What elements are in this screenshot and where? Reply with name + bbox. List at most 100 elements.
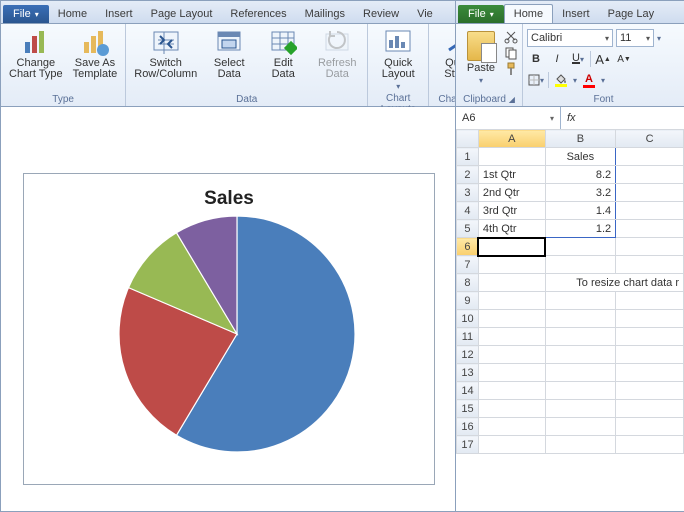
row-header[interactable]: 11 (457, 328, 479, 346)
fill-color-button[interactable] (552, 71, 570, 89)
cell[interactable] (616, 364, 684, 382)
cell[interactable] (616, 148, 684, 166)
cell[interactable] (616, 382, 684, 400)
cell[interactable] (616, 166, 684, 184)
underline-button[interactable]: U▾ (569, 50, 587, 68)
select-all-corner[interactable] (457, 130, 479, 148)
cell[interactable]: 1.2 (545, 220, 616, 238)
file-tab[interactable]: File▾ (458, 5, 504, 23)
refresh-data-button[interactable]: Refresh Data (311, 26, 363, 82)
cell[interactable] (616, 418, 684, 436)
cell[interactable] (545, 292, 616, 310)
tab-insert[interactable]: Insert (553, 5, 599, 23)
grow-font-button[interactable]: A▲ (594, 50, 612, 68)
cell[interactable] (478, 364, 545, 382)
tab-home[interactable]: Home (504, 4, 553, 23)
cell[interactable] (616, 238, 684, 256)
save-as-template-button[interactable]: Save As Template (69, 26, 122, 82)
font-name-combo[interactable]: Calibri▾ (527, 29, 613, 47)
chart-object[interactable]: Sales (23, 173, 435, 485)
cell[interactable] (545, 238, 616, 256)
tab-mailings[interactable]: Mailings (296, 5, 354, 23)
cell[interactable] (616, 220, 684, 238)
cell[interactable]: 3.2 (545, 184, 616, 202)
shrink-font-button[interactable]: A▼ (615, 50, 633, 68)
cell[interactable] (478, 328, 545, 346)
row-header[interactable]: 16 (457, 418, 479, 436)
tab-references[interactable]: References (221, 5, 295, 23)
select-data-button[interactable]: Select Data (203, 26, 255, 82)
cell[interactable] (616, 328, 684, 346)
cell[interactable]: 4th Qtr (478, 220, 545, 238)
cell[interactable] (545, 256, 616, 274)
quick-layout-button[interactable]: Quick Layout ▾ (372, 26, 424, 93)
tab-page-layout[interactable]: Page Lay (599, 5, 663, 23)
row-header[interactable]: 1 (457, 148, 479, 166)
cell[interactable]: 1st Qtr (478, 166, 545, 184)
cell[interactable]: Sales (545, 148, 616, 166)
name-box[interactable]: A6▾ (456, 107, 561, 129)
cell[interactable] (478, 382, 545, 400)
cell[interactable] (545, 418, 616, 436)
cell[interactable] (616, 346, 684, 364)
file-tab[interactable]: File▾ (3, 5, 49, 23)
cell[interactable] (545, 346, 616, 364)
cell[interactable] (616, 184, 684, 202)
edit-data-button[interactable]: Edit Data (257, 26, 309, 82)
font-color-button[interactable]: A (580, 71, 598, 89)
italic-button[interactable]: I (548, 50, 566, 68)
cell[interactable] (545, 382, 616, 400)
cell[interactable]: 1.4 (545, 202, 616, 220)
col-header[interactable]: A (478, 130, 545, 148)
cell[interactable] (478, 274, 545, 292)
format-painter-icon[interactable] (504, 62, 518, 76)
col-header[interactable]: B (545, 130, 616, 148)
row-header[interactable]: 14 (457, 382, 479, 400)
bold-button[interactable]: B (527, 50, 545, 68)
cell[interactable] (545, 400, 616, 418)
cell[interactable]: 2nd Qtr (478, 184, 545, 202)
change-chart-type-button[interactable]: Change Chart Type (5, 26, 67, 82)
row-header[interactable]: 15 (457, 400, 479, 418)
cell[interactable] (545, 310, 616, 328)
font-size-combo[interactable]: 11▾ (616, 29, 654, 47)
cell[interactable] (545, 364, 616, 382)
chart-title[interactable]: Sales (24, 188, 434, 210)
copy-icon[interactable] (504, 46, 518, 60)
row-header[interactable]: 5 (457, 220, 479, 238)
pie-chart[interactable] (119, 216, 355, 452)
cell[interactable] (478, 148, 545, 166)
tab-view[interactable]: Vie (408, 5, 442, 23)
cell[interactable]: 3rd Qtr (478, 202, 545, 220)
row-header[interactable]: 17 (457, 436, 479, 454)
cell[interactable] (478, 238, 545, 256)
row-header[interactable]: 8 (457, 274, 479, 292)
tab-page-layout[interactable]: Page Layout (142, 5, 222, 23)
col-header[interactable]: C (616, 130, 684, 148)
cell[interactable] (478, 292, 545, 310)
cell[interactable]: 8.2 (545, 166, 616, 184)
row-header[interactable]: 4 (457, 202, 479, 220)
worksheet-grid[interactable]: ABC 1 Sales 21st Qtr8.2 32nd Qtr3.2 43rd Qtr… (456, 129, 684, 511)
document-area[interactable]: Sales (1, 107, 455, 511)
cell[interactable] (616, 400, 684, 418)
row-header[interactable]: 3 (457, 184, 479, 202)
fx-icon[interactable]: fx (561, 112, 582, 124)
row-header[interactable]: 9 (457, 292, 479, 310)
row-header[interactable]: 2 (457, 166, 479, 184)
cell[interactable] (616, 310, 684, 328)
cell[interactable] (478, 436, 545, 454)
paste-button[interactable]: Paste ▾ (460, 26, 502, 87)
cell[interactable] (478, 256, 545, 274)
cell[interactable] (478, 310, 545, 328)
cut-icon[interactable] (504, 30, 518, 44)
cell[interactable] (478, 400, 545, 418)
cell[interactable] (478, 346, 545, 364)
row-header[interactable]: 7 (457, 256, 479, 274)
cell[interactable] (478, 418, 545, 436)
row-header[interactable]: 10 (457, 310, 479, 328)
cell[interactable] (545, 328, 616, 346)
row-header[interactable]: 12 (457, 346, 479, 364)
cell[interactable]: To resize chart data r (545, 274, 683, 292)
cell[interactable] (616, 256, 684, 274)
